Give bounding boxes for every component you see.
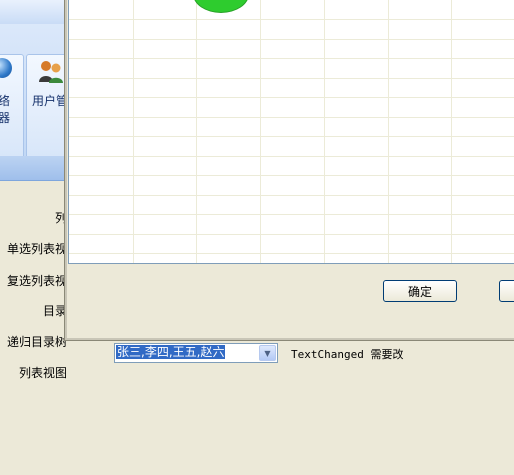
grid-lines: [69, 0, 514, 263]
names-combobox[interactable]: 张三,李四,王五,赵六 ▼: [114, 343, 278, 363]
users-icon: [39, 61, 63, 83]
label-single-select-listview: 单选列表视: [6, 242, 67, 256]
label-directory: 目录: [42, 304, 67, 318]
label-recursive-tree: 递归目录树: [6, 335, 67, 349]
chevron-down-icon[interactable]: ▼: [259, 345, 276, 361]
ok-button[interactable]: 确定: [383, 280, 457, 302]
label-multi-select-listview: 复选列表视: [6, 274, 67, 288]
grid-panel[interactable]: [68, 0, 514, 264]
ribbon-panel: [0, 24, 73, 176]
ribbon-group-bar: [0, 156, 66, 181]
label-listview: 列表视图: [18, 366, 67, 380]
ribbon-title-bar: [0, 0, 66, 25]
textchanged-note: TextChanged 需要改: [291, 348, 404, 361]
combobox-value: 张三,李四,王五,赵六: [116, 345, 226, 359]
network-button-label-2: 器: [0, 111, 11, 125]
cancel-button[interactable]: [499, 280, 514, 302]
user-manage-button-label: 用户管: [32, 94, 69, 108]
network-button-label-1: 络: [0, 94, 11, 108]
